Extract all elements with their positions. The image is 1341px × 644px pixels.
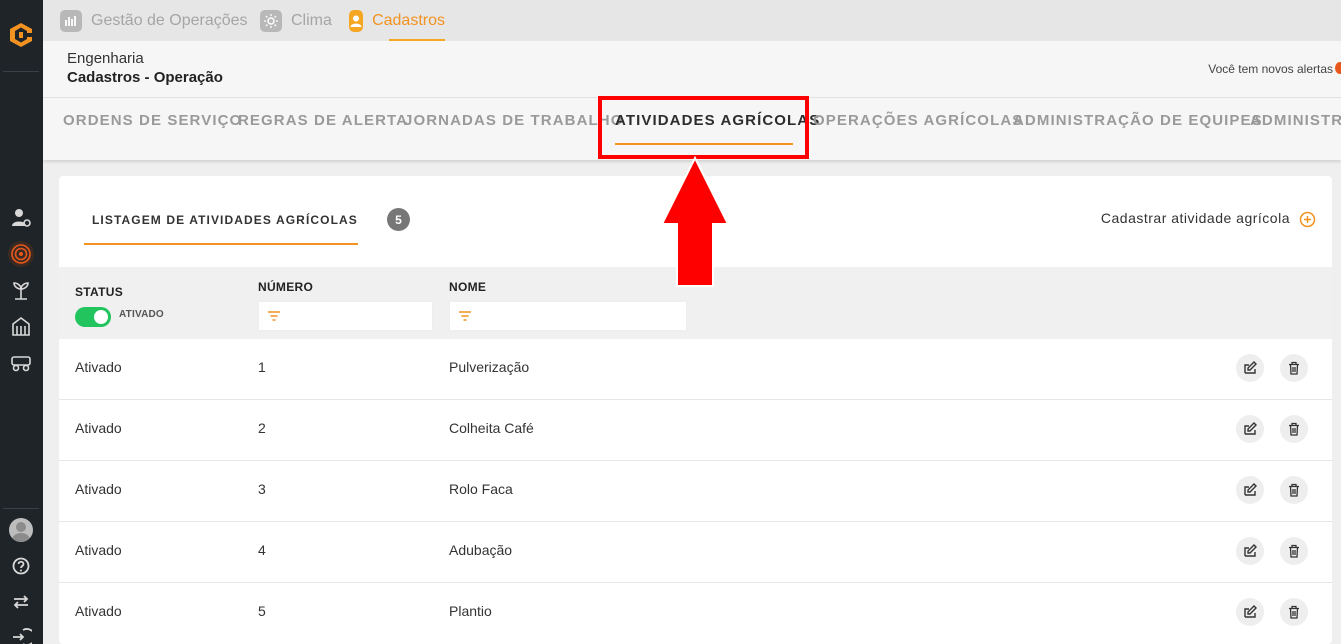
sidebar-divider [3, 508, 39, 509]
left-sidebar [0, 0, 43, 644]
status-toggle[interactable] [75, 307, 111, 327]
company-logo-icon[interactable] [6, 20, 36, 50]
edit-button[interactable] [1236, 598, 1264, 626]
numero-cell: 4 [258, 542, 266, 558]
table-row: Ativado 1 Pulverização [59, 339, 1332, 400]
trash-icon [1289, 605, 1299, 619]
numero-cell: 3 [258, 481, 266, 497]
tab-jornadas-de-trabalho[interactable]: JORNADAS DE TRABALHO [404, 112, 624, 129]
edit-button[interactable] [1236, 476, 1264, 504]
plant-icon[interactable] [8, 277, 34, 303]
filter-icon [459, 311, 471, 321]
tab-administr[interactable]: ADMINISTR [1250, 112, 1341, 129]
column-numero: NÚMERO [258, 280, 314, 294]
logout-icon[interactable] [8, 624, 34, 644]
column-status: STATUS [75, 285, 124, 299]
edit-button[interactable] [1236, 537, 1264, 565]
tab-administracao-de-equipes[interactable]: ADMINISTRAÇÃO DE EQUIPES [1013, 112, 1263, 129]
list-tab-underline [84, 243, 358, 245]
table-row: Ativado 2 Colheita Café [59, 400, 1332, 461]
tab-label: Clima [291, 11, 332, 29]
nome-cell: Colheita Café [449, 420, 534, 436]
nome-cell: Rolo Faca [449, 481, 513, 497]
trash-icon [1289, 544, 1299, 558]
user-avatar[interactable] [9, 518, 33, 542]
table-row: Ativado 5 Plantio [59, 583, 1332, 644]
nome-cell: Plantio [449, 603, 492, 619]
alerts-notice[interactable]: Você tem novos alertas [1208, 62, 1333, 76]
column-nome: NOME [449, 280, 487, 294]
delete-button[interactable] [1280, 537, 1308, 565]
edit-button[interactable] [1236, 415, 1264, 443]
numero-cell: 2 [258, 420, 266, 436]
tab-ordens-de-servico[interactable]: ORDENS DE SERVIÇO [63, 112, 242, 129]
page-header: Engenharia Cadastros - Operação Você tem… [43, 41, 1341, 98]
switch-arrows-icon[interactable] [8, 589, 34, 615]
annotation-arrow-up-icon [660, 156, 730, 287]
nome-cell: Pulverização [449, 359, 530, 375]
edit-button[interactable] [1236, 354, 1264, 382]
edit-icon [1244, 605, 1257, 618]
numero-cell: 1 [258, 359, 266, 375]
alert-indicator [1335, 62, 1341, 74]
table-row: Ativado 4 Adubação [59, 522, 1332, 583]
machinery-icon[interactable] [8, 349, 34, 375]
annotation-highlight-box [598, 96, 809, 159]
delete-button[interactable] [1280, 476, 1308, 504]
status-cell: Ativado [75, 359, 122, 375]
sun-icon [260, 9, 282, 32]
add-circle-icon[interactable] [1299, 211, 1316, 228]
chart-icon [60, 9, 82, 32]
users-settings-icon[interactable] [8, 205, 34, 231]
tab-cadastros[interactable]: Cadastros [349, 0, 445, 41]
trash-icon [1289, 361, 1299, 375]
sidebar-divider [3, 71, 39, 72]
tab-regras-de-alerta[interactable]: REGRAS DE ALERTA [238, 112, 408, 129]
status-toggle-label: ATIVADO [119, 309, 164, 320]
trash-icon [1289, 422, 1299, 436]
trash-icon [1289, 483, 1299, 497]
top-app-bar: Gestão de Operações Clima Cadastros [43, 0, 1341, 41]
delete-button[interactable] [1280, 415, 1308, 443]
numero-filter-input[interactable] [258, 301, 433, 331]
user-icon [349, 9, 364, 32]
numero-cell: 5 [258, 603, 266, 619]
help-icon[interactable] [8, 553, 34, 579]
status-cell: Ativado [75, 542, 122, 558]
tab-gestao-de-operacoes[interactable]: Gestão de Operações [60, 0, 248, 41]
status-cell: Ativado [75, 420, 122, 436]
edit-icon [1244, 544, 1257, 557]
operations-target-icon[interactable] [8, 241, 34, 267]
edit-icon [1244, 361, 1257, 374]
tab-label: Gestão de Operações [91, 11, 248, 29]
table-row: Ativado 3 Rolo Faca [59, 461, 1332, 522]
tab-clima[interactable]: Clima [260, 0, 332, 41]
filter-icon [268, 311, 280, 321]
delete-button[interactable] [1280, 598, 1308, 626]
count-badge: 5 [387, 208, 410, 231]
list-tab-label[interactable]: LISTAGEM DE ATIVIDADES AGRÍCOLAS [92, 213, 358, 227]
edit-icon [1244, 483, 1257, 496]
company-name: Engenharia [67, 50, 144, 67]
status-cell: Ativado [75, 603, 122, 619]
tab-operacoes-agricolas[interactable]: OPERAÇÕES AGRÍCOLAS [813, 112, 1023, 129]
silo-icon[interactable] [8, 313, 34, 339]
nome-cell: Adubação [449, 542, 513, 558]
tab-label: Cadastros [372, 11, 445, 29]
page-title: Cadastros - Operação [67, 69, 223, 86]
status-cell: Ativado [75, 481, 122, 497]
add-activity-link[interactable]: Cadastrar atividade agrícola [1101, 210, 1290, 226]
edit-icon [1244, 422, 1257, 435]
delete-button[interactable] [1280, 354, 1308, 382]
nome-filter-input[interactable] [449, 301, 687, 331]
